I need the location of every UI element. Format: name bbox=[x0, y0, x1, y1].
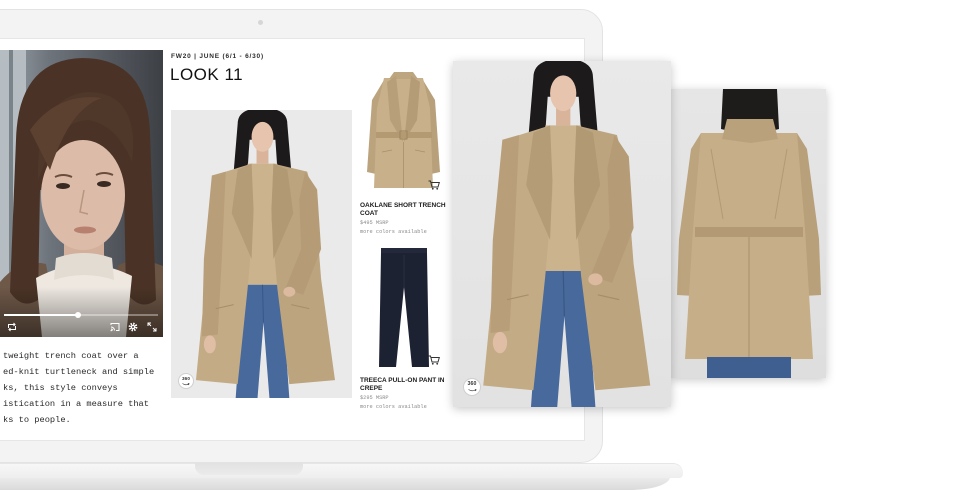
model-figure bbox=[171, 110, 352, 398]
description-line: istication in a measure that bbox=[3, 399, 149, 409]
video-progress-fill bbox=[4, 312, 81, 318]
detail-card-front[interactable]: 360 bbox=[453, 61, 671, 407]
description-line: ed-knit turtleneck and simple bbox=[3, 367, 155, 377]
description-line: tweight trench coat over a bbox=[3, 351, 139, 361]
cast-icon[interactable] bbox=[110, 322, 120, 332]
description-line: ks, this style conveys bbox=[3, 383, 118, 393]
product-image-pant[interactable] bbox=[360, 245, 447, 370]
laptop-base-edge bbox=[0, 477, 670, 490]
360-view-badge[interactable]: 360 bbox=[463, 378, 481, 396]
360-badge-label: 360 bbox=[467, 381, 477, 387]
360-badge-label: 360 bbox=[182, 376, 190, 381]
product-image-trench-coat[interactable] bbox=[360, 68, 447, 192]
video-player[interactable] bbox=[0, 50, 163, 337]
video-controls-shade bbox=[0, 287, 163, 337]
detail-card-back[interactable] bbox=[671, 89, 826, 378]
laptop-base bbox=[0, 463, 683, 478]
look-image[interactable] bbox=[171, 110, 352, 398]
fullscreen-icon[interactable] bbox=[147, 322, 157, 332]
pant-image bbox=[379, 248, 429, 367]
product-name[interactable]: OAKLANE SHORT TRENCH COAT bbox=[360, 202, 452, 218]
laptop-notch bbox=[195, 463, 303, 475]
video-progress-knob[interactable] bbox=[74, 312, 81, 318]
product-name[interactable]: TREECA PULL-ON PANT IN CREPE bbox=[360, 377, 452, 393]
rotate-icon bbox=[467, 389, 477, 392]
look-description: tweight trench coat over a ed-knit turtl… bbox=[3, 348, 163, 428]
360-view-badge[interactable]: 360 bbox=[178, 373, 194, 389]
model-figure bbox=[453, 61, 671, 407]
cart-icon[interactable] bbox=[428, 180, 440, 190]
cart-icon[interactable] bbox=[428, 355, 440, 365]
product-price: $295 MSRP bbox=[360, 395, 389, 401]
video-progress-bar[interactable] bbox=[4, 312, 158, 318]
product-colors-note[interactable]: more colors available bbox=[360, 404, 427, 411]
description-line: ks to people. bbox=[3, 415, 71, 425]
gear-icon[interactable] bbox=[128, 322, 138, 332]
loop-icon[interactable] bbox=[7, 322, 17, 332]
trench-coat-image bbox=[367, 72, 440, 188]
product-price: $495 MSRP bbox=[360, 220, 389, 226]
camera-dot bbox=[258, 20, 263, 25]
look-title: LOOK 11 bbox=[170, 65, 244, 84]
rotate-icon bbox=[182, 383, 190, 386]
model-back-figure bbox=[677, 89, 821, 378]
season-line: FW20 | JUNE (6/1 - 6/30) bbox=[171, 53, 264, 60]
product-colors-note[interactable]: more colors available bbox=[360, 229, 427, 236]
